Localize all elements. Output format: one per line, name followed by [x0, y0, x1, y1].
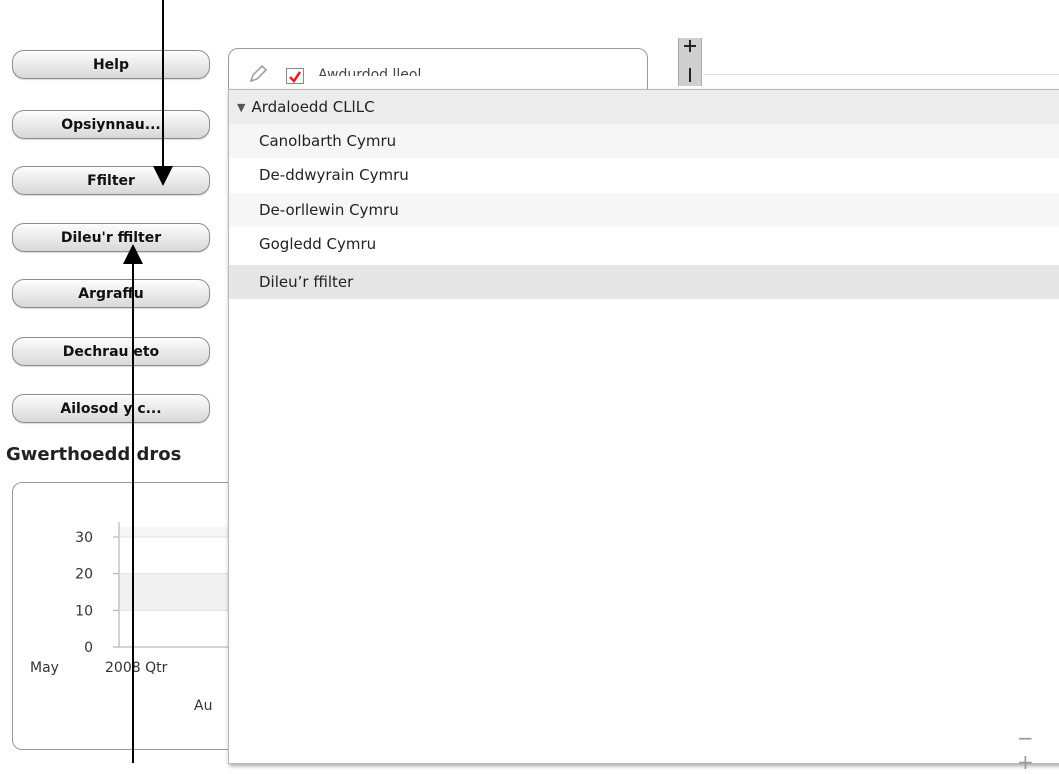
y-tick-label: 30	[75, 530, 93, 546]
dropdown-group-header[interactable]: ▼ Ardaloedd CLlLC	[229, 90, 1059, 124]
dropdown-group-label: Ardaloedd CLlLC	[251, 98, 375, 116]
y-tick-label: 20	[75, 567, 93, 583]
local-authority-label: Awdurdod lleol	[318, 67, 422, 76]
reset-button[interactable]: Ailosod y c...	[12, 394, 210, 423]
dropdown-item[interactable]: Canolbarth Cymru	[229, 124, 1059, 158]
divider	[703, 74, 1059, 75]
chart-title: Gwerthoedd dros	[6, 444, 182, 465]
chart-grid-band	[119, 573, 229, 611]
dropdown-clear-filter-item[interactable]: Dileu’r ffilter	[229, 265, 1059, 299]
zoom-controls[interactable]: − +	[1017, 726, 1059, 774]
x-tick-label: May	[30, 660, 59, 676]
region-filter-dropdown: ▼ Ardaloedd CLlLC Canolbarth Cymru De-dd…	[228, 89, 1059, 774]
y-tick-label: 10	[75, 603, 93, 619]
plus-icon	[684, 40, 696, 82]
dropdown-item[interactable]: De-ddwyrain Cymru	[229, 158, 1059, 192]
dropdown-item[interactable]: De-orllewin Cymru	[229, 193, 1059, 227]
restart-button[interactable]: Dechrau eto	[12, 337, 210, 366]
checkbox-icon[interactable]	[286, 68, 304, 84]
pencil-icon[interactable]	[248, 64, 268, 84]
x-tick-label: Au	[194, 698, 212, 714]
y-tick-label: 0	[84, 640, 93, 656]
options-button[interactable]: Opsiynnau...	[12, 110, 210, 139]
dropdown-item[interactable]: Gogledd Cymru	[229, 227, 1059, 261]
x-tick-label: 2008 Qtr	[105, 660, 168, 676]
help-button[interactable]: Help	[12, 50, 210, 79]
chart-grid-band	[119, 527, 229, 537]
triangle-down-icon: ▼	[237, 100, 246, 114]
scrollbar[interactable]	[678, 38, 702, 86]
clear-filter-button[interactable]: Dileu'r ffilter	[12, 223, 210, 252]
print-button[interactable]: Argraffu	[12, 279, 210, 308]
filter-button[interactable]: Ffilter	[12, 166, 210, 195]
